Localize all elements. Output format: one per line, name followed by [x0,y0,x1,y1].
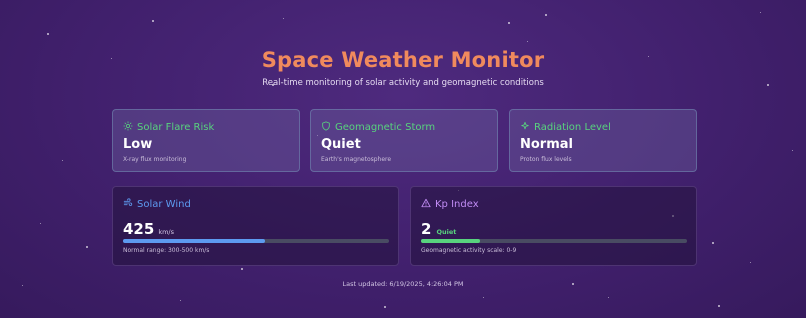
solar-flare-risk-header: Solar Flare Risk [123,121,214,134]
solar-flare-risk-card: Solar Flare Risk Low X-ray flux monitori… [112,109,300,172]
kp-index-note: Geomagnetic activity scale: 0-9 [421,247,517,254]
kp-index-card: Kp Index 2 Quiet Geomagnetic activity sca… [410,186,697,266]
kp-index-bar [421,239,687,243]
solar-wind-label: Solar Wind [137,199,191,210]
wind-icon [123,198,133,211]
solar-flare-risk-value: Low [123,137,153,152]
kp-index-header: Kp Index [421,198,479,211]
solar-wind-bar-fill [123,239,266,243]
kp-index-label: Kp Index [435,199,479,210]
kp-index-status: Quiet [436,228,457,236]
last-updated: Last updated: 6/19/2025, 4:26:04 PM [342,280,464,288]
page-title: Space Weather Monitor [261,48,545,72]
solar-wind-note: Normal range: 300-500 km/s [123,247,210,254]
radiation-level-label: Radiation Level [534,122,611,133]
radiation-level-card: Radiation Level Normal Proton flux level… [509,109,697,172]
solar-flare-risk-label: Solar Flare Risk [137,122,215,133]
solar-wind-card: Solar Wind 425 km/s Normal range: 300-500… [112,186,399,266]
geomagnetic-storm-header: Geomagnetic Storm [321,121,435,134]
solar-wind-value: 425 [123,220,155,238]
kp-index-reading: 2 Quiet [421,220,456,238]
page-subtitle: Real-time monitoring of solar activity a… [262,78,544,88]
radiation-level-value: Normal [520,137,573,152]
geomagnetic-storm-card: Geomagnetic Storm Quiet Earth's magnetos… [310,109,498,172]
radiation-level-header: Radiation Level [520,121,611,134]
geomagnetic-storm-value: Quiet [321,137,361,152]
geomagnetic-storm-label: Geomagnetic Storm [335,122,436,133]
warning-triangle-icon [421,198,431,211]
sun-icon [123,121,133,134]
solar-wind-bar [123,239,389,243]
shield-icon [321,121,331,134]
solar-wind-reading: 425 km/s [123,220,174,238]
solar-wind-header: Solar Wind [123,198,191,211]
kp-index-value: 2 [421,220,432,238]
kp-index-bar-fill [421,239,480,243]
geomagnetic-storm-description: Earth's magnetosphere [321,156,392,163]
radiation-level-description: Proton flux levels [520,156,572,163]
solar-wind-unit: km/s [158,228,174,236]
solar-flare-risk-description: X-ray flux monitoring [123,156,187,163]
sparkle-icon [520,121,530,134]
